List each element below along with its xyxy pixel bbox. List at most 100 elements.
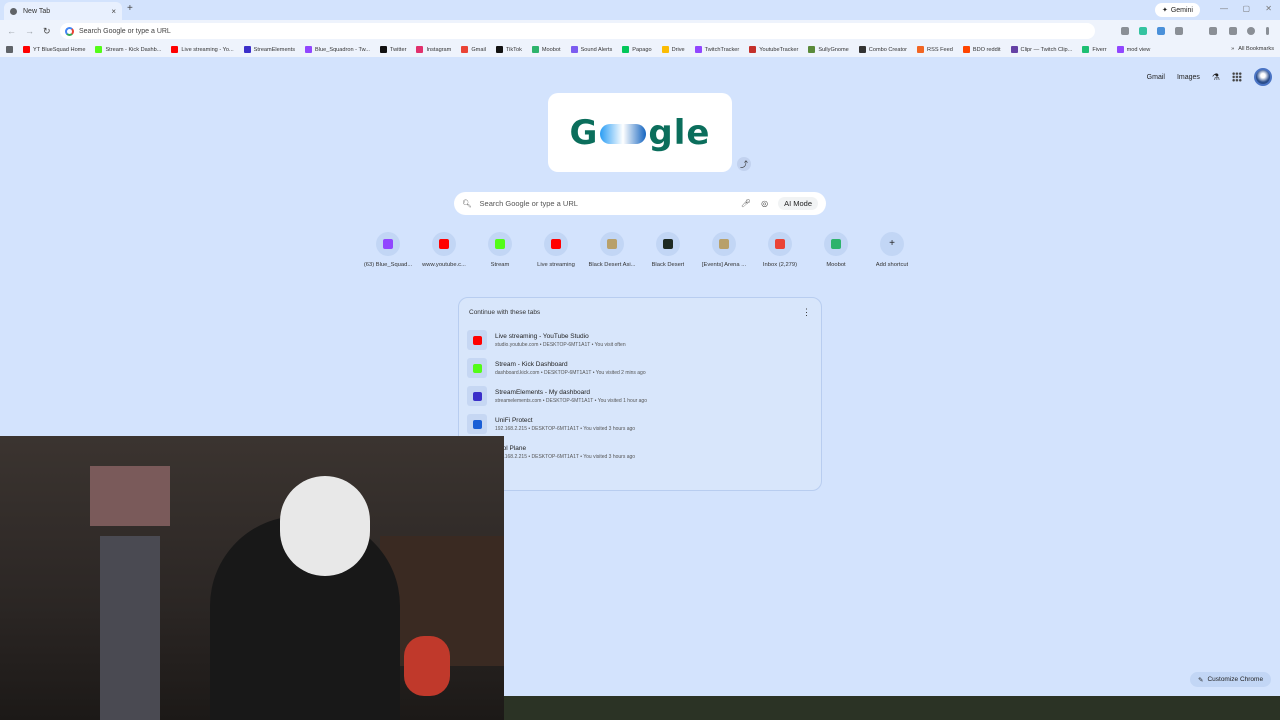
gmail-link[interactable]: Gmail — [1147, 74, 1165, 81]
menu-icon[interactable] — [1266, 27, 1269, 35]
bookmarks-right: » All Bookmarks — [1231, 46, 1274, 52]
site-favicon-icon — [663, 239, 673, 249]
bookmark[interactable]: Gmail — [461, 46, 486, 53]
bookmark[interactable]: Papago — [622, 46, 652, 53]
shortcut-label: Live streaming — [537, 262, 575, 268]
continue-tab-subtitle: studio.youtube.com • DESKTOP-6MT1A1T • Y… — [495, 341, 626, 348]
search-input[interactable]: Search Google or type a URL — [480, 199, 731, 208]
doodle-letters: gle — [648, 112, 711, 153]
shortcut-label: [Events] Arena ... — [701, 262, 747, 268]
microphone-icon[interactable]: 🎤︎ — [741, 199, 751, 208]
shortcut-tile[interactable]: Black Desert — [640, 232, 696, 268]
shortcut-icon — [768, 232, 792, 256]
bookmark[interactable]: mod view — [1116, 46, 1150, 53]
continue-tab-item[interactable]: UniFi Protect 192.168.2.215 • DESKTOP-6MT… — [467, 412, 817, 436]
bookmark[interactable]: Fiverr — [1082, 46, 1107, 53]
bookmark[interactable]: Live streaming - Yo... — [171, 46, 234, 53]
shortcut-tile[interactable]: Stream — [472, 232, 528, 268]
search-box[interactable]: 🔍︎ Search Google or type a URL 🎤︎ ◎ AI M… — [454, 192, 826, 215]
apps-icon[interactable] — [6, 46, 13, 53]
bookmark[interactable]: Instagram — [416, 46, 451, 53]
maximize-button[interactable]: ▢ — [1242, 4, 1250, 13]
bookmark[interactable]: TikTok — [495, 46, 522, 53]
forward-button[interactable]: → — [25, 26, 34, 36]
shortcut-tile[interactable]: Black Desert Asi... — [584, 232, 640, 268]
images-link[interactable]: Images — [1177, 74, 1200, 81]
continue-tab-item[interactable]: StreamElements - My dashboard streameleme… — [467, 384, 817, 408]
more-options-icon[interactable]: ⋮ — [802, 307, 811, 318]
shortcut-label: (63) Blue_Squad... — [363, 262, 413, 268]
bookmark[interactable]: TwitchTracker — [694, 46, 739, 53]
continue-tab-item[interactable]: Stream - Kick Dashboard dashboard.kick.co… — [467, 356, 817, 380]
bookmark[interactable]: YoutubeTracker — [749, 46, 798, 53]
shortcut-tile[interactable]: (63) Blue_Squad... — [360, 232, 416, 268]
back-button[interactable]: ← — [7, 26, 16, 36]
shortcut-tile[interactable]: Moobot — [808, 232, 864, 268]
labs-icon[interactable]: ⚗ — [1212, 72, 1220, 83]
bookmark[interactable]: Sound Alerts — [570, 46, 612, 53]
shortcut-label: Moobot — [826, 262, 846, 268]
continue-tab-title: StreamElements - My dashboard — [495, 388, 591, 396]
all-bookmarks-folder[interactable]: All Bookmarks — [1238, 46, 1274, 52]
webcam-overlay — [0, 436, 504, 720]
tab-strip: New Tab × + ✦ Gemini — ▢ ✕ — [0, 0, 1280, 20]
plus-icon: + — [889, 238, 895, 249]
tab-favicon-icon — [467, 414, 487, 434]
tab-close-icon[interactable]: × — [111, 7, 116, 16]
shortcut-tile[interactable]: [Events] Arena ... — [696, 232, 752, 268]
share-icon[interactable]: ⤴ — [737, 157, 751, 171]
gemini-button[interactable]: ✦ Gemini — [1154, 3, 1200, 17]
bookmark-favicon-icon — [461, 46, 469, 53]
bookmark-favicon-icon — [749, 46, 757, 53]
shortcut-icon — [488, 232, 512, 256]
webcam-panda-mask-image — [280, 476, 370, 576]
apps-grid-icon[interactable] — [1232, 72, 1242, 82]
close-window-button[interactable]: ✕ — [1265, 4, 1272, 13]
bookmark[interactable]: Twitter — [379, 46, 406, 53]
site-favicon-icon — [439, 239, 449, 249]
chrome-icon — [10, 7, 17, 15]
continue-tab-item[interactable]: ntrol Plane 192.168.2.215 • DESKTOP-6MT1A… — [467, 440, 817, 464]
shortcut-label: Inbox (2,279) — [762, 262, 798, 268]
bookmark[interactable]: Moobot — [531, 46, 561, 53]
bookmark-favicon-icon — [495, 46, 503, 53]
bookmark[interactable]: Blue_Squadron - Tw... — [305, 46, 370, 53]
downloads-icon[interactable] — [1229, 27, 1237, 35]
bookmark-favicon-icon — [416, 46, 424, 53]
bookmark[interactable]: YT BlueSquad Home — [23, 46, 85, 53]
bookmarks-more-button[interactable]: » — [1231, 46, 1234, 52]
tab-new-tab[interactable]: New Tab × — [4, 2, 122, 20]
extension-icon[interactable] — [1139, 27, 1147, 35]
webcam-figure-image — [100, 536, 160, 720]
camera-lens-icon[interactable]: ◎ — [761, 199, 768, 208]
continue-tab-subtitle: dashboard.kick.com • DESKTOP-6MT1A1T • Y… — [495, 369, 646, 376]
sidepanel-icon[interactable] — [1209, 27, 1217, 35]
bookmark[interactable]: Drive — [661, 46, 685, 53]
bookmark[interactable]: BDO reddit — [962, 46, 1001, 53]
profile-icon[interactable] — [1247, 27, 1255, 35]
site-favicon-icon — [831, 239, 841, 249]
bookmark[interactable]: SullyGnome — [808, 46, 849, 53]
bookmark[interactable]: Stream - Kick Dashb... — [95, 46, 161, 53]
extension-icon[interactable] — [1157, 27, 1165, 35]
customize-chrome-button[interactable]: ✎ Customize Chrome — [1190, 672, 1272, 687]
minimize-button[interactable]: — — [1220, 4, 1228, 13]
avatar[interactable] — [1254, 68, 1272, 86]
continue-tab-item[interactable]: Live streaming - YouTube Studio studio.yo… — [467, 328, 817, 352]
shortcut-tile[interactable]: Inbox (2,279) — [752, 232, 808, 268]
extension-icon[interactable] — [1121, 27, 1129, 35]
site-favicon-icon — [719, 239, 729, 249]
bookmark[interactable]: Clipr — Twitch Clip... — [1010, 46, 1072, 53]
shortcut-tile[interactable]: + Add shortcut — [864, 232, 920, 268]
bookmark[interactable]: RSS Feed — [917, 46, 953, 53]
google-doodle[interactable]: Ggle — [548, 93, 732, 172]
new-tab-button[interactable]: + — [127, 3, 133, 14]
bookmark[interactable]: StreamElements — [243, 46, 295, 53]
omnibox[interactable]: Search Google or type a URL — [60, 23, 1095, 39]
shortcut-tile[interactable]: www.youtube.c... — [416, 232, 472, 268]
shortcut-tile[interactable]: Live streaming — [528, 232, 584, 268]
bookmark[interactable]: Combo Creator — [858, 46, 907, 53]
reload-button[interactable]: ↻ — [43, 26, 51, 37]
puzzle-icon[interactable] — [1175, 27, 1183, 35]
ai-mode-button[interactable]: AI Mode — [778, 197, 818, 210]
